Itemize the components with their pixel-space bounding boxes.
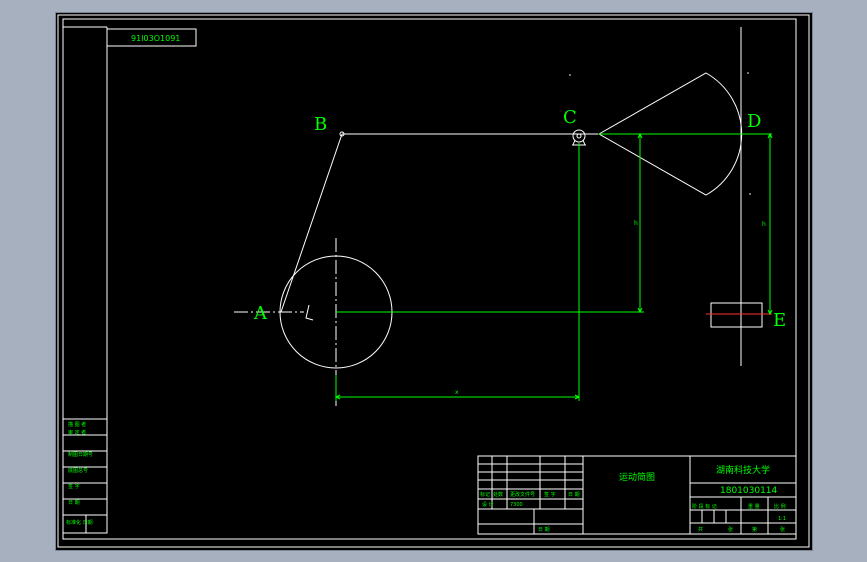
label-a: A [253, 303, 268, 324]
sheet-total-suffix: 张 [728, 526, 733, 533]
left-record-table: 描 图 者 审 定 者 制图日期号 底图总号 签 字 日 期 标准化 日期 [62, 418, 108, 534]
approve-date-label: 日 期 [538, 527, 550, 533]
left-row-2: 制图日期号 [68, 451, 93, 458]
stage-label: 阶 段 标 记 [692, 503, 717, 510]
scale-label: 比 例 [774, 503, 786, 510]
ref-dot-2 [747, 72, 749, 74]
label-c: C [563, 107, 577, 128]
label-b: B [314, 114, 327, 135]
angle-mark [305, 304, 314, 321]
dim-h1: h [634, 220, 638, 227]
school-name: 湖南科技大学 [716, 464, 770, 476]
drawing-canvas[interactable]: 91I03O1091 描 图 者 审 定 者 制图日期号 底图总号 签 字 日 … [56, 13, 812, 550]
dim-h2: h [762, 221, 766, 228]
designer-label: 设 计 [482, 501, 494, 508]
drawing-number: 1801030114 [720, 486, 778, 496]
code-stamp: 91I03O1091 [131, 34, 180, 43]
rev-label-4: 日 期 [568, 492, 580, 498]
left-row-0: 描 图 者 [68, 421, 86, 428]
drawing-title: 运动简图 [619, 471, 655, 483]
sheet-total-prefix: 共 [698, 526, 703, 533]
slider-e [710, 302, 763, 328]
left-row-6: 标准化 日期 [66, 519, 93, 526]
sheet-no-suffix: 张 [780, 526, 785, 533]
dimension-lines [334, 132, 773, 401]
sheet-inner-border [62, 18, 797, 540]
rev-label-3: 签 字 [544, 491, 556, 498]
cad-viewport[interactable]: 91I03O1091 描 图 者 审 定 者 制图日期号 底图总号 签 字 日 … [55, 12, 813, 551]
left-row-5: 日 期 [68, 500, 80, 506]
dim-x: x [455, 389, 459, 396]
sheet-no-prefix: 第 [752, 526, 757, 533]
rev-label-0: 标记 [480, 491, 490, 498]
label-e: E [773, 310, 786, 331]
pivot-c-pin [576, 133, 582, 139]
ref-dot-1 [569, 74, 571, 76]
left-row-4: 签 字 [68, 483, 80, 490]
left-row-3: 底图总号 [68, 467, 88, 474]
rev-label-1: 处数 [493, 491, 503, 498]
rev-label-2: 更改文件号 [510, 491, 535, 498]
left-row-1: 审 定 者 [68, 429, 86, 436]
designer-value: 7300 [510, 502, 523, 508]
scale-value: 1:1 [778, 516, 786, 522]
link-ab [280, 133, 343, 313]
sheet-outer-border [57, 14, 810, 548]
ref-dot-3 [749, 193, 751, 195]
label-d: D [747, 111, 761, 132]
weight-label: 重 量 [748, 503, 760, 510]
